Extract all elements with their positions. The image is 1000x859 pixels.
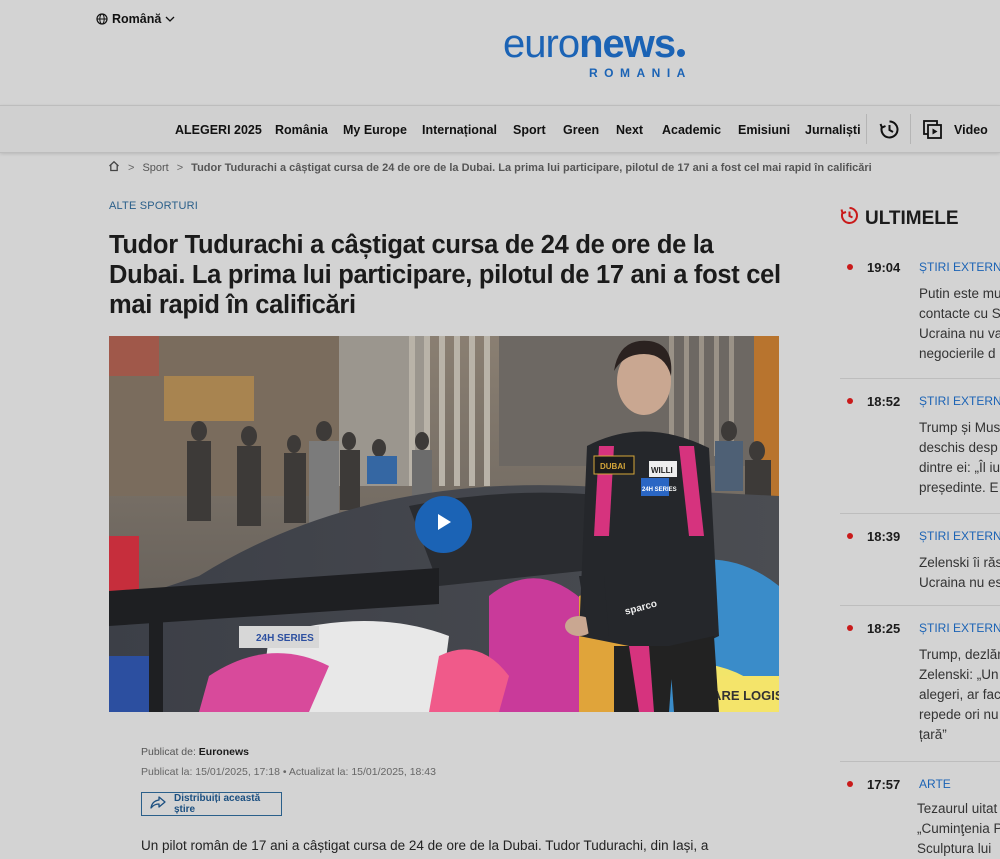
nav-divider (866, 114, 867, 144)
language-label: Română (112, 12, 162, 26)
divider (840, 761, 1000, 762)
breadcrumb: > Sport > Tudor Tudurachi a câștigat cur… (108, 160, 872, 175)
news-category[interactable]: ȘTIRI EXTERNE (919, 394, 1000, 408)
news-category[interactable]: ȘTIRI EXTERNE (919, 260, 1000, 274)
news-headline[interactable]: Putin este mu contacte cu S Ucraina nu v… (919, 284, 1000, 364)
publisher-line: Publicat de: Euronews (141, 746, 249, 758)
play-icon (435, 512, 453, 537)
suit-patch-text: DUBAI (600, 462, 625, 471)
breadcrumb-section[interactable]: Sport (142, 162, 168, 174)
divider (840, 378, 1000, 379)
news-category[interactable]: ARTE (919, 777, 951, 791)
news-category[interactable]: ȘTIRI EXTERNE (919, 529, 1000, 543)
live-dot (847, 264, 853, 270)
news-time: 18:52 (867, 394, 901, 409)
language-selector[interactable]: Română (96, 12, 175, 26)
nav-item-romania[interactable]: România (275, 123, 328, 137)
chevron-down-icon (165, 15, 175, 23)
article-title: Tudor Tudurachi a câștigat cursa de 24 d… (109, 231, 781, 319)
share-label: Distribuiți această știre (174, 793, 261, 815)
history-icon[interactable] (879, 119, 900, 145)
latest-icon (840, 206, 859, 231)
nav-item-academic[interactable]: Academic (662, 123, 721, 137)
news-headline[interactable]: Zelenski îi răs Ucraina nu es (919, 553, 1000, 593)
nav-item-jurnalisti[interactable]: Jurnaliști (805, 123, 861, 137)
logo-subtitle: ROMANIA (589, 66, 692, 80)
live-dot (847, 533, 853, 539)
suit-patch-text-2: WILLI (651, 466, 673, 475)
nav-item-emisiuni[interactable]: Emisiuni (738, 123, 790, 137)
video-icon[interactable] (923, 120, 943, 144)
news-category[interactable]: ȘTIRI EXTERNE (919, 621, 1000, 635)
nav-item-international[interactable]: Internațional (422, 123, 497, 137)
live-dot (847, 625, 853, 631)
publisher-name[interactable]: Euronews (199, 746, 249, 758)
nav-divider (910, 114, 911, 144)
divider (840, 513, 1000, 514)
publish-dates: Publicat la: 15/01/2025, 17:18 • Actuali… (141, 766, 436, 778)
main-navigation: ALEGERI 2025 România My Europe Internați… (0, 105, 1000, 153)
share-button[interactable]: Distribuiți această știre (141, 792, 282, 816)
news-time: 19:04 (867, 260, 901, 275)
news-time: 18:39 (867, 529, 901, 544)
nav-item-green[interactable]: Green (563, 123, 599, 137)
breadcrumb-current: Tudor Tudurachi a câștigat cursa de 24 d… (191, 161, 872, 174)
share-icon (150, 796, 166, 812)
nav-item-my-europe[interactable]: My Europe (343, 123, 407, 137)
nav-item-video[interactable]: Video (954, 123, 988, 137)
play-video-button[interactable] (415, 496, 472, 553)
news-time: 17:57 (867, 777, 901, 792)
car-livery-text: 24H SERIES (256, 633, 314, 644)
nav-item-alegeri[interactable]: ALEGERI 2025 (175, 123, 262, 137)
news-time: 18:25 (867, 621, 901, 636)
suit-patch-text-3: 24H SERIES (642, 487, 677, 493)
globe-icon (96, 13, 108, 25)
news-headline[interactable]: Trump și Mus deschis desp dintre ei: „Îl… (919, 418, 1000, 498)
article-category[interactable]: ALTE SPORTURI (109, 200, 198, 212)
article-lead: Un pilot român de 17 ani a câștigat curs… (141, 838, 709, 853)
euronews-logo[interactable]: euronews ROMANIA (503, 24, 685, 80)
home-icon[interactable] (108, 160, 120, 175)
live-dot (847, 781, 853, 787)
divider (840, 605, 1000, 606)
news-headline[interactable]: Trump, dezlăn Zelenski: „Un alegeri, ar … (919, 645, 1000, 745)
latest-news-heading: ULTIMELE (840, 206, 959, 231)
live-dot (847, 398, 853, 404)
nav-item-sport[interactable]: Sport (513, 123, 546, 137)
nav-item-next[interactable]: Next (616, 123, 643, 137)
news-headline[interactable]: Tezaurul uitat „Cuminţenia P Sculptura l… (917, 799, 1000, 859)
